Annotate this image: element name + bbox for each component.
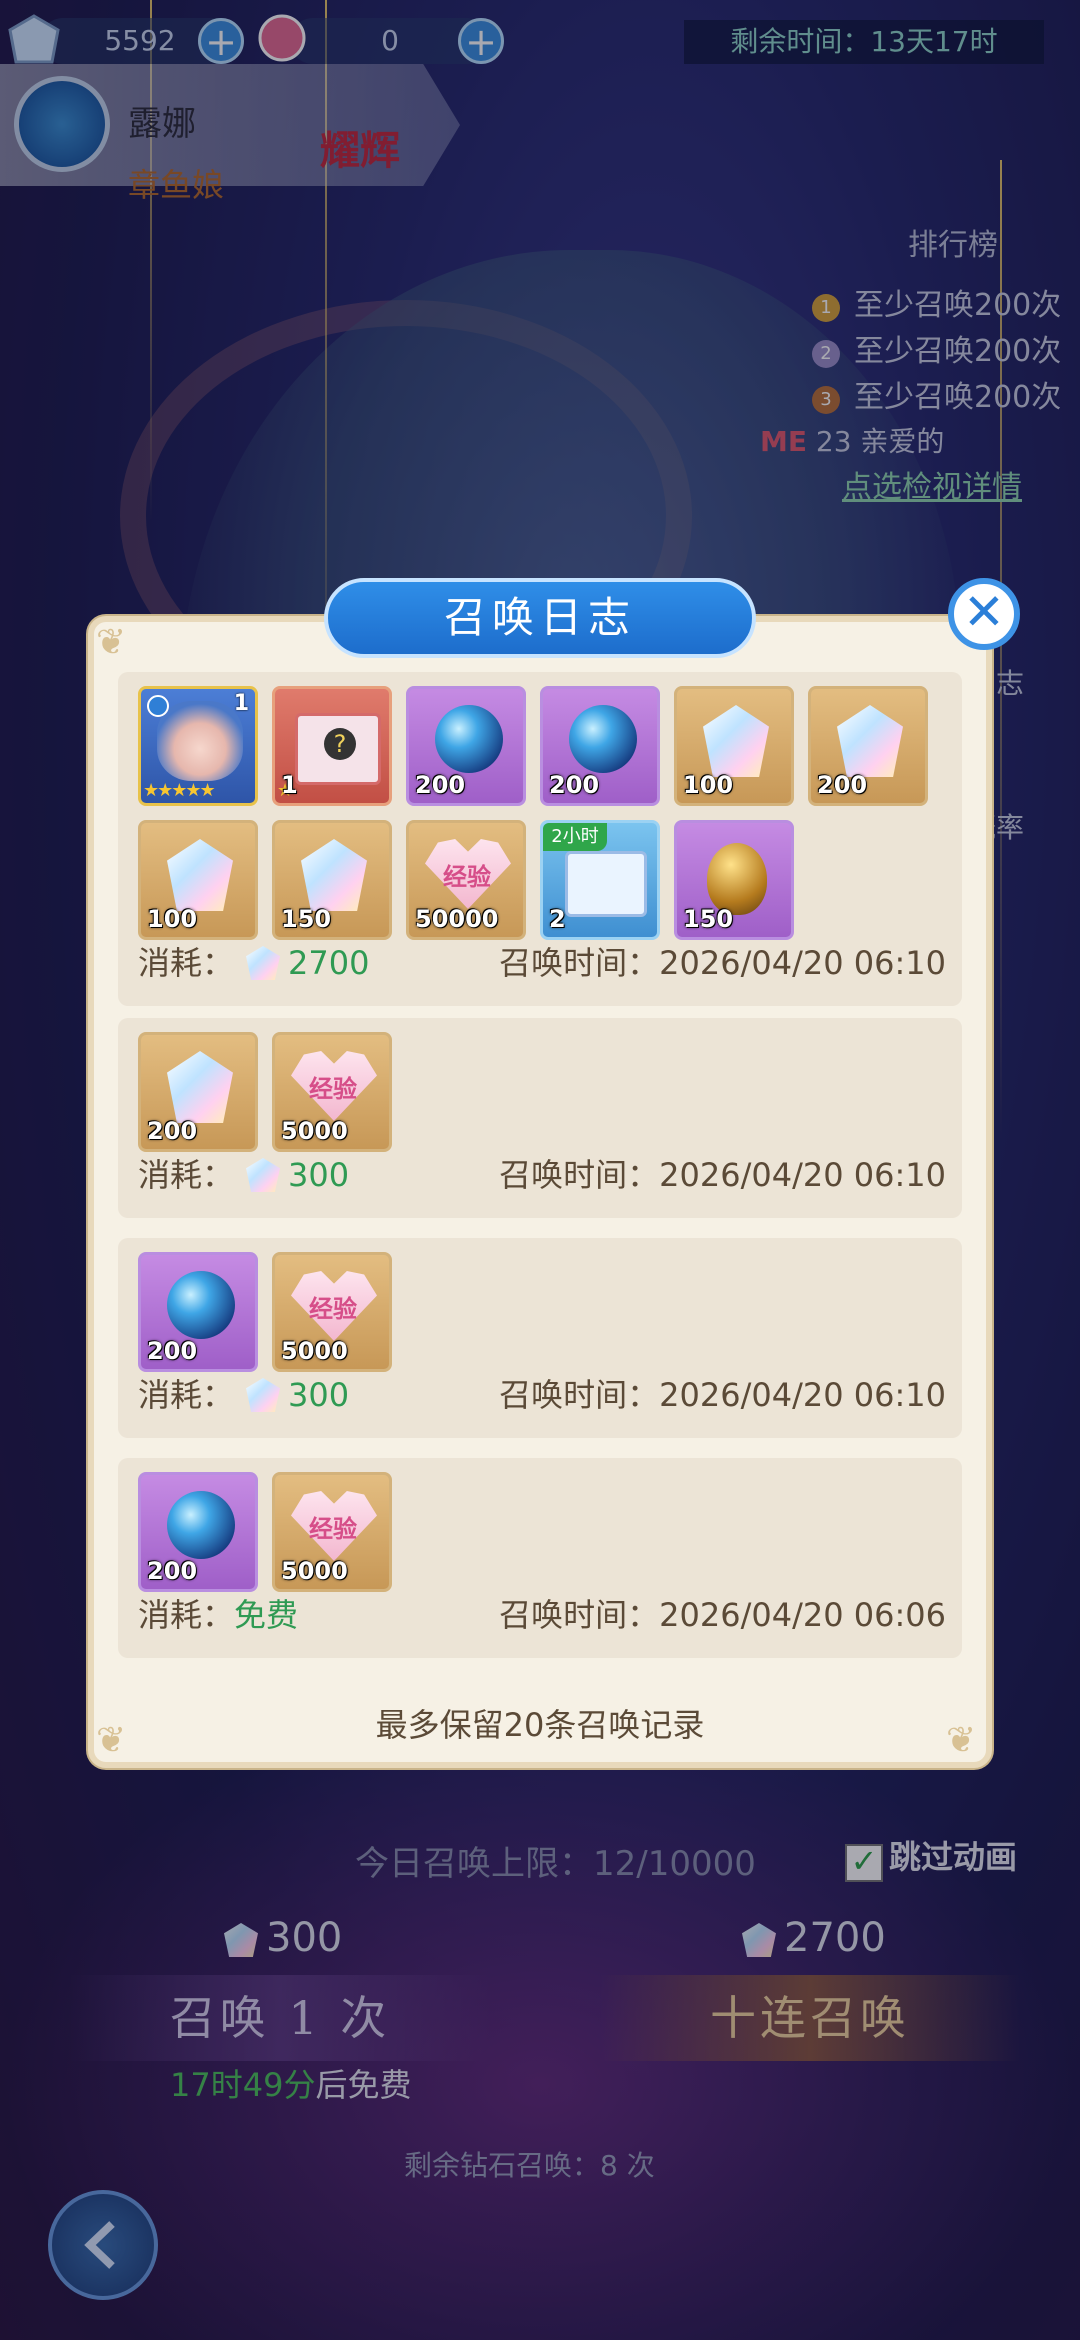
- reward-item-orb[interactable]: 200: [406, 686, 526, 806]
- item-quantity: 150: [683, 905, 734, 933]
- reward-item-orb[interactable]: 200: [138, 1472, 258, 1592]
- exp-label: 经验: [443, 863, 491, 891]
- diamond-icon: [246, 1158, 281, 1192]
- cost-label: 消耗：: [138, 944, 235, 982]
- exp-label: 经验: [309, 1515, 357, 1543]
- crystal-ball-icon: [167, 1271, 235, 1339]
- reward-item-chest[interactable]: 2小时 2: [540, 820, 660, 940]
- reward-item-gift[interactable]: ? ★ 1: [272, 686, 392, 806]
- summon-time: 召唤时间：2026/04/20 06:06: [499, 1590, 946, 1636]
- mystery-box-icon: ?: [295, 713, 381, 785]
- hero-portrait: [157, 701, 243, 781]
- item-quantity: 5000: [281, 1117, 348, 1145]
- item-quantity: 5000: [281, 1557, 348, 1585]
- summon-cost: 消耗： 2700: [138, 938, 369, 984]
- summon-time: 召唤时间：2026/04/20 06:10: [499, 1150, 946, 1196]
- reward-item-crystal[interactable]: 200: [808, 686, 928, 806]
- duration-tag: 2小时: [543, 823, 607, 851]
- diamond-icon: [246, 946, 281, 980]
- corner-ornament: ❦: [96, 622, 127, 663]
- hero-count: 1: [233, 691, 249, 716]
- cost-label: 消耗：: [138, 1156, 235, 1194]
- item-quantity: 100: [147, 905, 198, 933]
- summon-cost: 消耗： 300: [138, 1150, 349, 1196]
- summon-time: 召唤时间：2026/04/20 06:10: [499, 1370, 946, 1416]
- reward-item-egg[interactable]: 150: [674, 820, 794, 940]
- log-retention-note: 最多保留20条召唤记录: [375, 1706, 705, 1744]
- reward-item-crystal[interactable]: 100: [138, 820, 258, 940]
- time-label: 召唤时间：: [499, 944, 660, 982]
- diamond-icon: [167, 839, 233, 911]
- water-element-icon: [147, 695, 169, 717]
- close-button[interactable]: ✕: [948, 578, 1020, 650]
- item-quantity: 200: [147, 1557, 198, 1585]
- item-quantity: 2: [549, 905, 566, 933]
- reward-item-crystal[interactable]: 150: [272, 820, 392, 940]
- summon-log-list[interactable]: 1 ★★★★★? ★ 1 200 200 100 200 100 150 经验 50000 2小时 2 15…: [114, 672, 966, 1672]
- crystal-ball-icon: [569, 705, 637, 773]
- log-entry: 1 ★★★★★ ? ★ 1 200 200 100 200 100 150 经验 50000 2小时 2 15…: [118, 672, 962, 1006]
- time-label: 召唤时间：: [499, 1596, 660, 1634]
- diamond-icon: [301, 839, 367, 911]
- cost-value: 300: [288, 1376, 350, 1414]
- cost-value: 300: [288, 1156, 350, 1194]
- crystal-ball-icon: [167, 1491, 235, 1559]
- item-quantity: 200: [549, 771, 600, 799]
- reward-item-hero[interactable]: 1 ★★★★★: [138, 686, 258, 806]
- diamond-icon: [703, 705, 769, 777]
- time-value: 2026/04/20 06:10: [659, 1376, 946, 1414]
- reward-item-orb[interactable]: 200: [138, 1252, 258, 1372]
- summon-cost: 消耗： 300: [138, 1370, 349, 1416]
- reward-item-orb[interactable]: 200: [540, 686, 660, 806]
- log-entry: 200 经验 5000 消耗：免费 召唤时间：2026/04/20 06:06: [118, 1458, 962, 1658]
- crystal-ball-icon: [435, 705, 503, 773]
- time-label: 召唤时间：: [499, 1156, 660, 1194]
- item-quantity: 5000: [281, 1337, 348, 1365]
- cost-label: 消耗：: [138, 1596, 235, 1634]
- diamond-icon: [167, 1051, 233, 1123]
- item-quantity: 200: [415, 771, 466, 799]
- cost-value: 2700: [288, 944, 370, 982]
- diamond-icon: [246, 1378, 281, 1412]
- summon-time: 召唤时间：2026/04/20 06:10: [499, 938, 946, 984]
- item-quantity: 150: [281, 905, 332, 933]
- time-value: 2026/04/20 06:10: [659, 944, 946, 982]
- item-quantity: 200: [147, 1117, 198, 1145]
- exp-label: 经验: [309, 1075, 357, 1103]
- item-quantity: 50000: [415, 905, 499, 933]
- diamond-icon: [837, 705, 903, 777]
- item-quantity: 200: [147, 1337, 198, 1365]
- treasure-chest-icon: [565, 851, 647, 917]
- cost-label: 消耗：: [138, 1376, 235, 1414]
- summon-cost: 消耗：免费: [138, 1590, 298, 1636]
- log-entry: 200 经验 5000 消耗： 300 召唤时间：2026/04/20 06:10: [118, 1018, 962, 1218]
- log-entry: 200 经验 5000 消耗： 300 召唤时间：2026/04/20 06:10: [118, 1238, 962, 1438]
- reward-item-crystal[interactable]: 200: [138, 1032, 258, 1152]
- reward-item-crystal[interactable]: 100: [674, 686, 794, 806]
- star-rating-icon: ★★★★★: [143, 780, 216, 801]
- time-label: 召唤时间：: [499, 1376, 660, 1414]
- item-quantity: 100: [683, 771, 734, 799]
- time-value: 2026/04/20 06:06: [659, 1596, 946, 1634]
- dialog-title: 召唤日志: [324, 578, 756, 658]
- item-quantity: 200: [817, 771, 868, 799]
- time-value: 2026/04/20 06:10: [659, 1156, 946, 1194]
- reward-item-exp[interactable]: 经验 5000: [272, 1032, 392, 1152]
- exp-label: 经验: [309, 1295, 357, 1323]
- reward-item-exp[interactable]: 经验 5000: [272, 1472, 392, 1592]
- cost-value: 免费: [234, 1596, 299, 1634]
- reward-item-exp[interactable]: 经验 5000: [272, 1252, 392, 1372]
- reward-item-exp[interactable]: 经验 50000: [406, 820, 526, 940]
- item-quantity: 1: [281, 771, 298, 799]
